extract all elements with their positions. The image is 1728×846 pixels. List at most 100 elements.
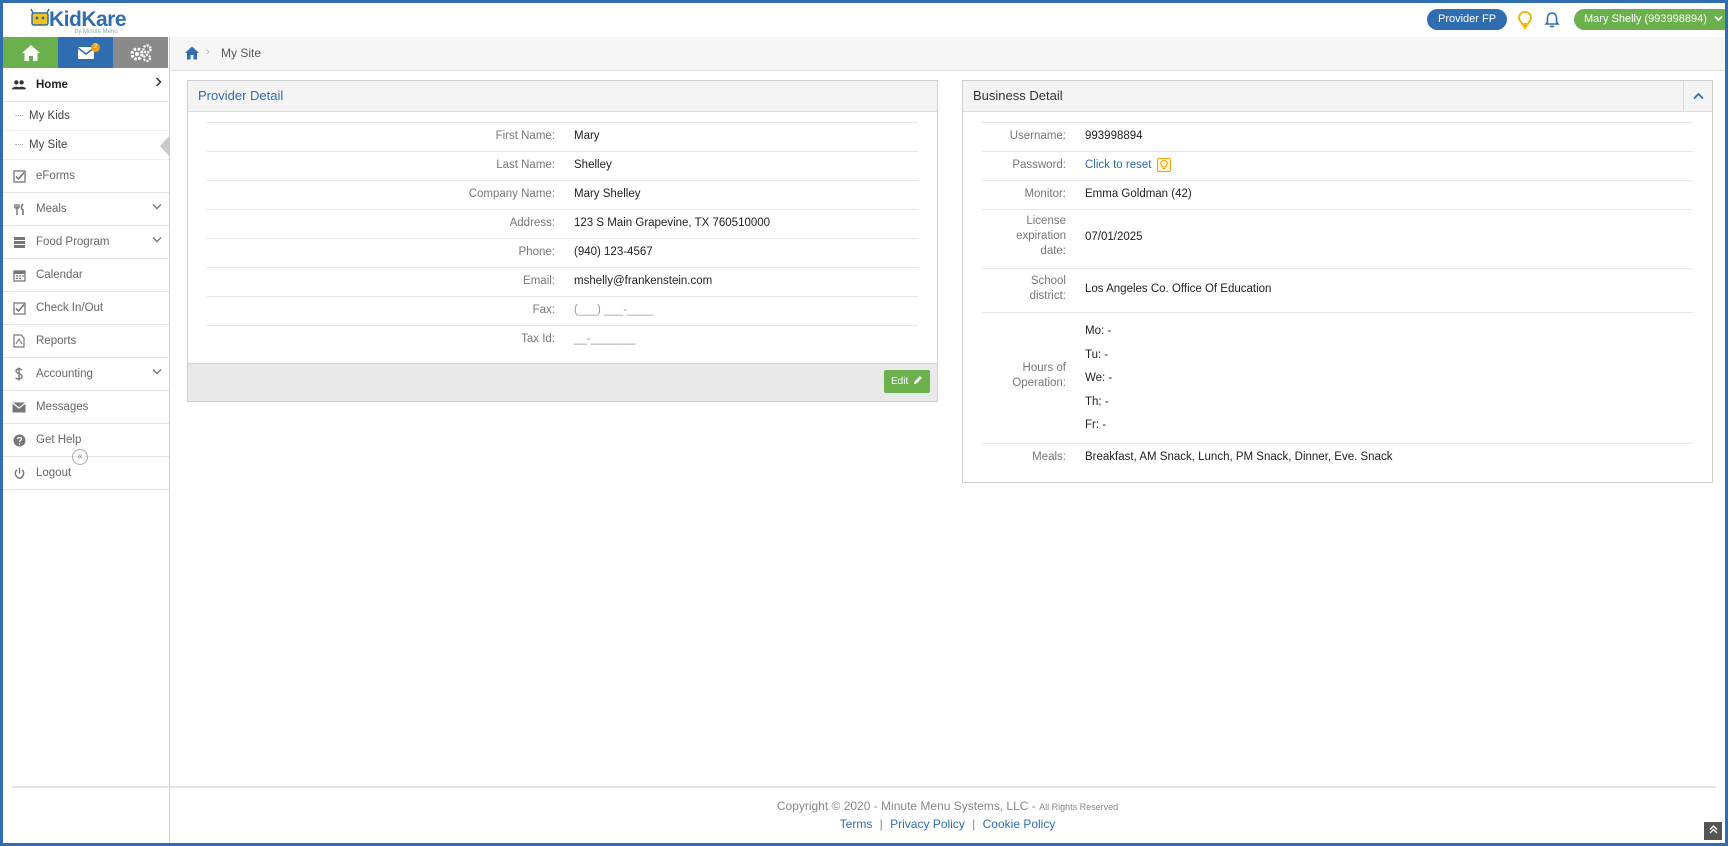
calendar-icon [12, 268, 26, 282]
logo-subtitle: by Minute Menu [75, 29, 118, 35]
home-tab[interactable] [3, 37, 58, 68]
checkbox-icon [12, 301, 26, 315]
messages-tab[interactable]: 2 [58, 37, 113, 68]
field-label: Fax: [532, 304, 555, 316]
hours-day: Mo: - [1085, 325, 1112, 337]
business-detail-panel: Business Detail Username: 993998894 Pass… [962, 80, 1713, 483]
collapse-panel-button[interactable] [1683, 81, 1712, 111]
sidebar-item-calendar[interactable]: Calendar [3, 259, 169, 292]
footer-separator: | [879, 817, 883, 831]
field-label: Username: [1009, 130, 1066, 142]
field-row-address: Address: 123 S Main Grapevine, TX 760510… [207, 209, 918, 238]
sidebar-subitem-my-kids[interactable]: My Kids [3, 102, 169, 131]
field-row-password: Password: Click to reset [982, 151, 1693, 180]
field-label: Hours of Operation: [1012, 361, 1066, 391]
field-label: Email: [523, 275, 555, 287]
field-value: 123 S Main Grapevine, TX 760510000 [574, 217, 771, 229]
gears-icon [130, 43, 152, 62]
field-label: Password: [1012, 159, 1066, 171]
sidebar-item-home[interactable]: Home [3, 68, 169, 102]
sidebar-item-label: Logout [36, 467, 72, 479]
sidebar-item-reports[interactable]: Reports [3, 325, 169, 358]
breadcrumb-separator: › [206, 46, 210, 58]
lightbulb-icon[interactable] [1516, 10, 1534, 30]
sidebar-item-label: eForms [36, 170, 75, 182]
footer-links: Terms | Privacy Policy | Cookie Policy [170, 817, 1725, 831]
privacy-policy-link[interactable]: Privacy Policy [890, 817, 965, 831]
field-row-username: Username: 993998894 [982, 122, 1693, 151]
field-row-fax: Fax: (___) ___-____ [207, 296, 918, 325]
chevron-down-icon [152, 367, 162, 378]
field-label-line: Operation: [1012, 377, 1066, 389]
kidkare-logo[interactable]: KidKare by Minute Menu [29, 6, 139, 36]
sidebar: 2 Home My Kids My Site eForms Meals Food… [3, 37, 170, 843]
field-row-last-name: Last Name: Shelley [207, 151, 918, 180]
panel-footer: Edit [188, 363, 937, 401]
field-label: Meals: [1032, 451, 1066, 463]
chevron-down-icon [152, 202, 162, 213]
sidebar-item-eforms[interactable]: eForms [3, 160, 169, 193]
lightbulb-icon[interactable] [1157, 158, 1171, 172]
panel-title: Provider Detail [198, 88, 284, 103]
edit-button[interactable]: Edit [883, 370, 930, 393]
sidebar-item-accounting[interactable]: Accounting [3, 358, 169, 391]
hours-list: Mo: - Tu: - We: - Th: - Fr: - [1085, 320, 1112, 438]
collapse-sidebar-icon[interactable]: « [72, 449, 88, 465]
field-value: Shelley [574, 159, 612, 171]
field-label: First Name: [495, 130, 555, 142]
panel-title: Business Detail [973, 88, 1063, 103]
field-value: 07/01/2025 [1085, 231, 1143, 243]
reset-password-link[interactable]: Click to reset [1085, 159, 1151, 171]
field-value: (___) ___-____ [574, 304, 653, 316]
field-value: Mary Shelley [574, 188, 641, 200]
chevron-down-icon [152, 235, 162, 246]
sidebar-item-label: Check In/Out [36, 302, 104, 314]
sidebar-tabs: 2 [3, 37, 169, 68]
sidebar-item-meals[interactable]: Meals [3, 193, 169, 226]
sidebar-item-messages[interactable]: Messages [3, 391, 169, 424]
chevron-up-icon [1692, 92, 1704, 100]
settings-tab[interactable] [113, 37, 168, 68]
field-label-line: School [1030, 275, 1066, 287]
cookie-policy-link[interactable]: Cookie Policy [983, 817, 1056, 831]
field-row-hours: Hours of Operation: Mo: - Tu: - We: - Th… [982, 312, 1693, 443]
sidebar-subitem-my-site[interactable]: My Site [3, 131, 170, 160]
copyright-text: Copyright © 2020 - Minute Menu Systems, … [170, 799, 1725, 813]
footer-divider [12, 786, 1716, 788]
checkbox-icon [12, 169, 26, 183]
sidebar-item-label: Meals [36, 203, 67, 215]
field-label: Address: [509, 217, 555, 229]
field-row-school-district: School district: Los Angeles Co. Office … [982, 268, 1693, 312]
field-row-tax-id: Tax Id: __-_______ [207, 325, 918, 354]
copyright: Copyright © 2020 - Minute Menu Systems, … [776, 799, 1040, 813]
field-label: Phone: [518, 246, 555, 258]
edit-label: Edit [890, 376, 909, 387]
breadcrumb: › My Site [170, 37, 1725, 71]
provider-fp-button[interactable]: Provider FP [1427, 9, 1508, 30]
footer: Copyright © 2020 - Minute Menu Systems, … [170, 790, 1725, 842]
sidebar-item-label: Accounting [36, 368, 93, 380]
rights-text: All Rights Reserved [1039, 802, 1119, 812]
top-header: KidKare by Minute Menu Provider FP Mary … [3, 3, 1728, 38]
field-label: Last Name: [496, 159, 555, 171]
hours-day: Tu: - [1085, 348, 1109, 361]
field-label-line: Hours of [1022, 362, 1066, 374]
field-value: Breakfast, AM Snack, Lunch, PM Snack, Di… [1085, 451, 1393, 463]
panel-header: Business Detail [963, 81, 1712, 112]
home-icon [21, 44, 40, 61]
sidebar-item-label: Home [36, 78, 68, 91]
field-label: License expiration date: [1016, 214, 1066, 259]
field-row-company-name: Company Name: Mary Shelley [207, 180, 918, 209]
sidebar-item-check-in-out[interactable]: Check In/Out [3, 292, 169, 325]
user-name: Mary Shelly (993998894) [1584, 13, 1707, 25]
scroll-to-top-button[interactable] [1704, 822, 1722, 840]
home-icon[interactable] [184, 45, 200, 61]
field-label: Tax Id: [521, 333, 555, 345]
sidebar-item-label: Food Program [36, 236, 110, 248]
sidebar-item-food-program[interactable]: Food Program [3, 226, 169, 259]
bell-icon[interactable] [1543, 10, 1561, 30]
terms-link[interactable]: Terms [840, 817, 873, 831]
user-menu-button[interactable]: Mary Shelly (993998894) [1574, 9, 1728, 30]
field-value: Los Angeles Co. Office Of Education [1085, 283, 1272, 295]
tree-connector [15, 115, 23, 116]
